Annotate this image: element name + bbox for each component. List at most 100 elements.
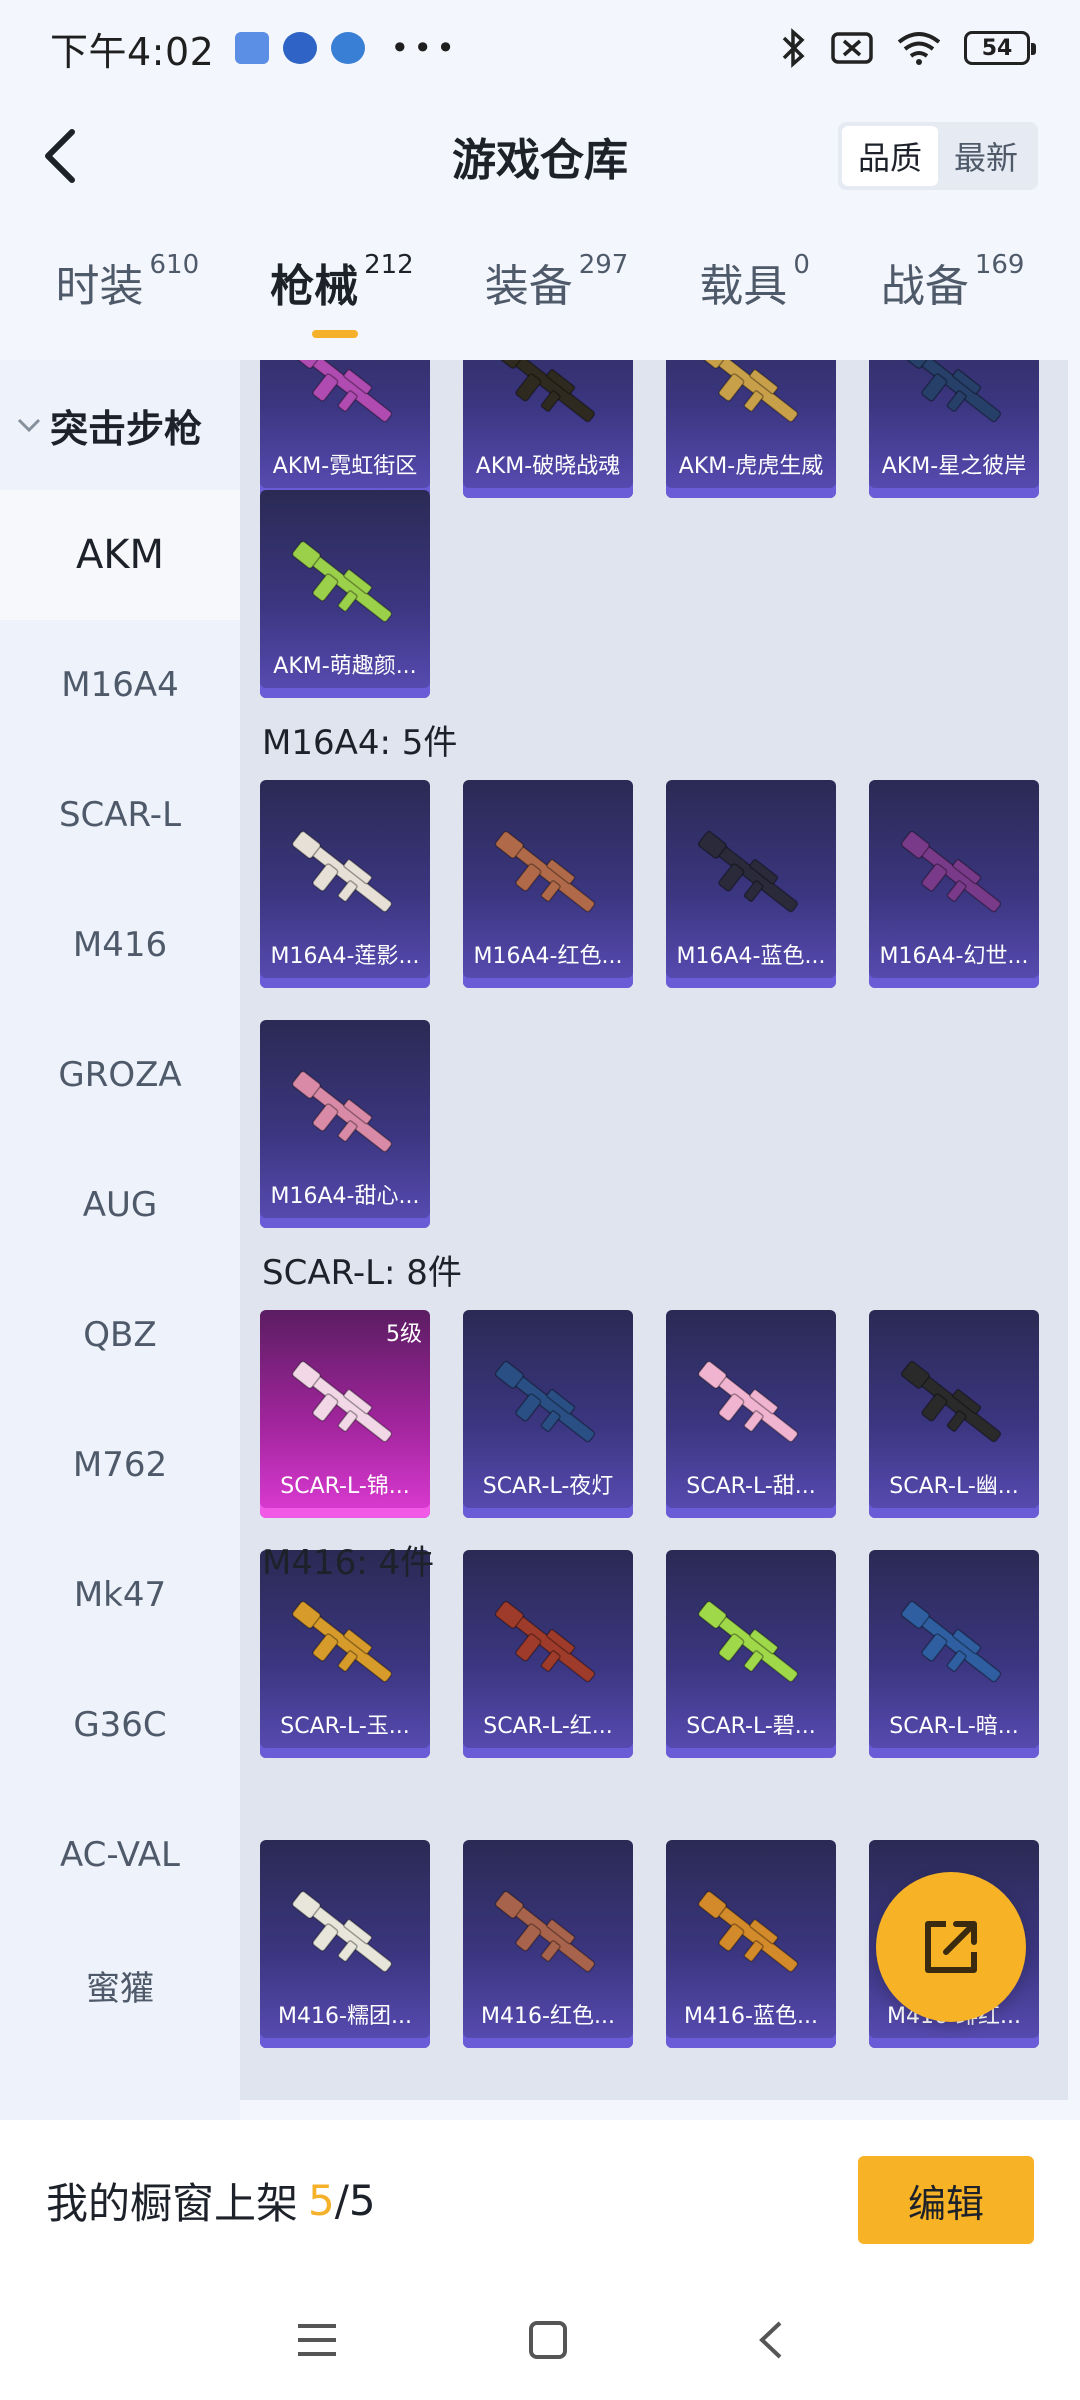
weapon-card[interactable]: SCAR-L-甜... [666, 1310, 836, 1518]
weapon-image [697, 830, 799, 913]
category-tabs: 时装 610 枪械 212 装备 297 载具 0 战备 169 [0, 250, 1080, 350]
share-button[interactable] [876, 1872, 1026, 2022]
weapon-image [900, 830, 1002, 913]
tab-supplies[interactable]: 战备 169 [881, 250, 1025, 314]
chevron-down-icon [17, 418, 41, 433]
share-icon [925, 1921, 977, 1973]
tab-count: 297 [578, 250, 629, 280]
weapon-image [900, 360, 1002, 423]
system-nav-bar [0, 2280, 1080, 2400]
weapon-card[interactable]: M416-蓝色... [666, 1840, 836, 2048]
showcase-used: 5 [308, 2175, 335, 2225]
weapon-image [900, 1600, 1002, 1683]
section-title: M416: 4件 [262, 1543, 435, 1583]
home-icon[interactable] [527, 2319, 569, 2361]
weapon-card[interactable]: AKM-萌趣颜... [260, 490, 430, 698]
tab-label: 战备 [880, 261, 969, 312]
weapon-card[interactable]: SCAR-L-暗... [869, 1550, 1039, 1758]
weapon-image [494, 1890, 596, 1973]
sort-by-quality[interactable]: 品质 [841, 126, 938, 186]
tab-vehicles[interactable]: 载具 0 [699, 250, 810, 314]
sidebar-item-g36c[interactable]: G36C [0, 1660, 240, 1790]
sidebar-group-label: 突击步枪 [50, 406, 203, 451]
sidebar-item-m762[interactable]: M762 [0, 1400, 240, 1530]
sidebar-group-assault-rifles[interactable]: 突击步枪 [0, 360, 240, 490]
weapon-image [697, 1360, 799, 1443]
app-notification-icon [283, 32, 318, 64]
section-title: SCAR-L: 8件 [262, 1253, 462, 1293]
active-tab-indicator [312, 330, 359, 338]
bluetooth-icon [782, 28, 805, 68]
sidebar-item--[interactable]: 蜜獾 [0, 1920, 240, 2050]
tab-firearms[interactable]: 枪械 212 [270, 250, 414, 338]
weapon-name: SCAR-L-暗... [889, 1714, 1019, 1739]
weapon-card[interactable]: M16A4-红色... [463, 780, 633, 988]
weapon-image [697, 1600, 799, 1683]
weapon-grid: AKM-霓虹街区 AKM-破晓战魂 AKM-虎虎生威 AKM-星之彼岸 AKM-萌趣颜.… [240, 360, 1068, 2100]
weapon-image [291, 540, 393, 623]
weapon-image [697, 1890, 799, 1973]
weapon-name: M416-红色... [481, 2004, 615, 2029]
weapon-card[interactable]: 5级 SCAR-L-锦... [260, 1310, 430, 1518]
sidebar-item-m16a4[interactable]: M16A4 [0, 620, 240, 750]
menu-icon[interactable] [294, 2320, 340, 2360]
weapon-card[interactable]: SCAR-L-红... [463, 1550, 633, 1758]
weapon-card[interactable]: AKM-破晓战魂 [463, 360, 633, 498]
weapon-name: M16A4-幻世... [879, 944, 1029, 969]
page-header: 游戏仓库 品质 最新 [0, 96, 1080, 216]
back-nav-icon[interactable] [756, 2319, 786, 2361]
wifi-icon [897, 32, 941, 65]
weapon-card[interactable]: SCAR-L-碧... [666, 1550, 836, 1758]
weapon-name: AKM-虎虎生威 [678, 454, 824, 479]
tab-label: 装备 [484, 261, 573, 312]
weapon-image [291, 1360, 393, 1443]
tab-label: 枪械 [270, 261, 359, 312]
weapon-card[interactable]: M16A4-甜心... [260, 1020, 430, 1228]
sidebar-item-m416[interactable]: M416 [0, 880, 240, 1010]
weapon-image [291, 1600, 393, 1683]
weapon-name: M16A4-莲影... [270, 944, 420, 969]
weapon-card[interactable]: AKM-霓虹街区 [260, 360, 430, 498]
app-notification-icon [235, 32, 270, 64]
sidebar-item-groza[interactable]: GROZA [0, 1010, 240, 1140]
edit-button[interactable]: 编辑 [858, 2156, 1034, 2244]
weapon-name: AKM-霓虹街区 [272, 454, 418, 479]
sidebar-item-mk47[interactable]: Mk47 [0, 1530, 240, 1660]
no-sim-icon [831, 32, 873, 64]
weapon-name: SCAR-L-甜... [686, 1474, 816, 1499]
weapon-card[interactable]: AKM-星之彼岸 [869, 360, 1039, 498]
app-notification-icon [331, 32, 366, 64]
weapon-image [291, 360, 393, 423]
weapon-card[interactable]: SCAR-L-夜灯 [463, 1310, 633, 1518]
weapon-card[interactable]: M416-红色... [463, 1840, 633, 2048]
showcase-count: 5/5 [308, 2176, 376, 2225]
weapon-sidebar: 突击步枪 AKM M16A4 SCAR-L M416 GROZA AUG QBZ M762 Mk… [0, 360, 240, 2120]
sidebar-item-scar-l[interactable]: SCAR-L [0, 750, 240, 880]
sort-by-newest[interactable]: 最新 [938, 126, 1034, 186]
tab-count: 0 [793, 250, 810, 280]
weapon-card[interactable]: SCAR-L-幽... [869, 1310, 1039, 1518]
weapon-image [291, 1070, 393, 1153]
sidebar-item-qbz[interactable]: QBZ [0, 1270, 240, 1400]
weapon-name: AKM-萌趣颜... [273, 654, 417, 679]
weapon-card[interactable]: M16A4-莲影... [260, 780, 430, 988]
tab-fashion[interactable]: 时装 610 [55, 250, 199, 314]
weapon-card[interactable]: M416-糯团... [260, 1840, 430, 2048]
weapon-name: SCAR-L-夜灯 [482, 1474, 614, 1499]
weapon-image [494, 1360, 596, 1443]
weapon-name: M16A4-红色... [473, 944, 623, 969]
tab-label: 时装 [55, 261, 144, 312]
sidebar-item-aug[interactable]: AUG [0, 1140, 240, 1270]
weapon-image [494, 1600, 596, 1683]
weapon-card[interactable]: AKM-虎虎生威 [666, 360, 836, 498]
weapon-card[interactable]: M16A4-幻世... [869, 780, 1039, 988]
weapon-name: AKM-星之彼岸 [881, 454, 1027, 479]
sidebar-item-akm[interactable]: AKM [0, 490, 240, 620]
weapon-image [494, 360, 596, 423]
showcase-bar: 我的橱窗上架 5/5 编辑 [0, 2120, 1080, 2280]
showcase-separator: / [334, 2175, 349, 2225]
weapon-card[interactable]: M16A4-蓝色... [666, 780, 836, 988]
tab-equipment[interactable]: 装备 297 [485, 250, 629, 314]
battery-level: 54 [981, 35, 1013, 61]
sidebar-item-ac-val[interactable]: AC-VAL [0, 1790, 240, 1920]
